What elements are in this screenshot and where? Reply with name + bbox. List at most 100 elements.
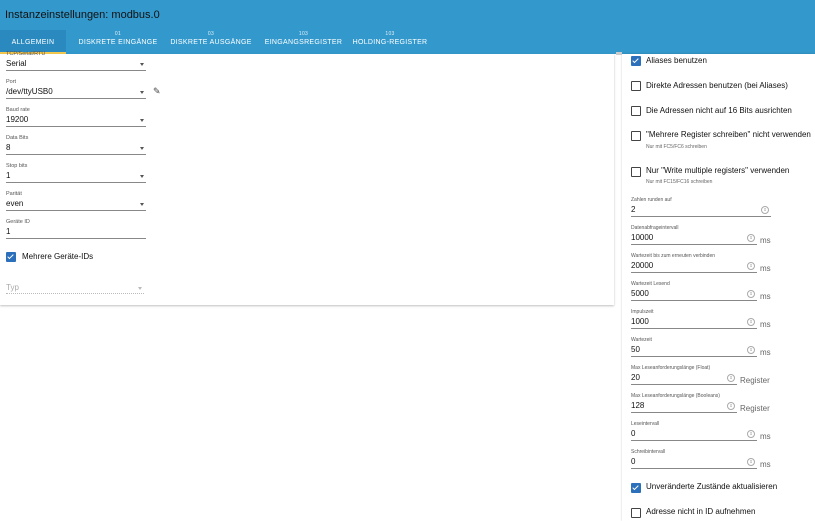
baud-rate-select[interactable]: Baud rate 19200 (6, 107, 146, 127)
parity-select[interactable]: Parität even (6, 191, 146, 211)
chevron-down-icon (140, 175, 144, 178)
tab-count: 103 (298, 31, 309, 37)
unit-label: ms (760, 320, 771, 329)
spinner-icon[interactable]: ⇕ (747, 262, 755, 270)
pulse-time-input[interactable]: Impulszeit 1000 ⇕ (631, 309, 757, 329)
field-label: Max Leseanforderungslänge (Float) (631, 365, 711, 371)
spinner-icon[interactable]: ⇕ (747, 318, 755, 326)
field-value: 1000 (631, 317, 649, 326)
tab-label: DISKRETE EINGÄNGE (78, 39, 158, 46)
tab-label: ALLGEMEIN (11, 39, 55, 46)
unit-label: ms (760, 292, 771, 301)
read-wait-input[interactable]: Wartezeit Lesend 5000 ⇕ (631, 281, 757, 301)
device-id-input[interactable]: Geräte ID 1 (6, 219, 146, 239)
spinner-icon[interactable]: ⇕ (727, 374, 735, 382)
tab-diskrete-ausgaenge[interactable]: 03 DISKRETE AUSGÄNGE (169, 30, 253, 54)
no-address-in-id-checkbox[interactable] (631, 508, 641, 518)
field-label: Data Bits (6, 135, 29, 141)
max-read-bool-input[interactable]: Max Leseanforderungslänge (Booleans) 128… (631, 393, 737, 413)
field-value: 8 (6, 143, 11, 152)
no-multi-write-hint: Nur mit FC5/FC6 schreiben (646, 144, 707, 150)
poll-interval-input[interactable]: Datenabfrageintervall 10000 ⇕ (631, 225, 757, 245)
no-multi-write-checkbox[interactable] (631, 131, 641, 141)
field-label: Stop bits (6, 163, 28, 169)
tab-count: 01 (114, 31, 122, 37)
no-16bit-align-label: Die Adressen nicht auf 16 Bits ausrichte… (646, 106, 792, 115)
field-value: 19200 (6, 115, 29, 124)
only-multi-write-hint: Nur mit FC15/FC16 schreiben (646, 179, 713, 185)
typ-select[interactable]: Typ (6, 282, 144, 294)
chevron-down-icon (140, 203, 144, 206)
update-unchanged-checkbox[interactable] (631, 483, 641, 493)
multi-ids-label: Mehrere Geräte-IDs (22, 252, 94, 261)
field-label: Geräte ID (6, 219, 30, 225)
field-label: Impulszeit (631, 309, 654, 315)
direct-addresses-checkbox[interactable] (631, 81, 641, 91)
field-label: Datenabfrageintervall (631, 225, 679, 231)
round-to-input[interactable]: Zahlen runden auf 2 ⇕ (631, 197, 771, 217)
field-value: 20000 (631, 261, 654, 270)
tab-eingangsregister[interactable]: 103 EINGANGSREGISTER (263, 30, 344, 54)
no-multi-write-label: "Mehrere Register schreiben" nicht verwe… (646, 130, 811, 139)
no-16bit-align-checkbox[interactable] (631, 106, 641, 116)
field-value: 1 (6, 227, 11, 236)
spinner-icon[interactable]: ⇕ (747, 346, 755, 354)
field-label: Baud rate (6, 107, 30, 113)
port-select[interactable]: Port /dev/ttyUSB0 (6, 79, 146, 99)
read-interval-input[interactable]: Leseintervall 0 ⇕ (631, 421, 757, 441)
no-address-in-id-label: Adresse nicht in ID aufnehmen (646, 507, 756, 516)
write-interval-input[interactable]: Schreibintervall 0 ⇕ (631, 449, 757, 469)
field-value: /dev/ttyUSB0 (6, 87, 53, 96)
field-label: Port (6, 79, 17, 85)
multi-ids-checkbox[interactable] (6, 252, 16, 262)
window-title: Instanzeinstellungen: modbus.0 (0, 0, 815, 30)
wait-time-input[interactable]: Wartezeit 50 ⇕ (631, 337, 757, 357)
field-label: Wartezeit bis zum erneuten verbinden (631, 253, 716, 259)
unit-label: ms (760, 264, 771, 273)
unit-label: Register (740, 404, 770, 413)
field-value: Serial (6, 59, 27, 68)
field-label: Wartezeit Lesend (631, 281, 670, 287)
field-label: Zahlen runden auf (631, 197, 672, 203)
field-label: Leseintervall (631, 421, 660, 427)
spinner-icon[interactable]: ⇕ (747, 430, 755, 438)
tab-count: 03 (207, 31, 215, 37)
spinner-icon[interactable]: ⇕ (747, 234, 755, 242)
aliases-checkbox[interactable] (631, 56, 641, 66)
field-value: 0 (631, 429, 636, 438)
only-multi-write-label: Nur "Write multiple registers" verwenden (646, 166, 790, 175)
chevron-down-icon (140, 91, 144, 94)
spinner-icon[interactable]: ⇕ (747, 290, 755, 298)
spinner-icon[interactable]: ⇕ (747, 458, 755, 466)
field-value: 50 (631, 345, 640, 354)
field-value: 128 (631, 401, 645, 410)
spinner-icon[interactable]: ⇕ (727, 402, 735, 410)
chevron-down-icon (138, 287, 142, 290)
field-label: Parität (6, 191, 22, 197)
field-value: even (6, 199, 24, 208)
tab-label: EINGANGSREGISTER (264, 39, 343, 46)
field-label: TCP/Serial/RTU (6, 51, 46, 57)
field-label: Schreibintervall (631, 449, 666, 455)
max-read-float-input[interactable]: Max Leseanforderungslänge (Float) 20 ⇕ (631, 365, 737, 385)
tab-holding-register[interactable]: 103 HOLDING-REGISTER (352, 30, 428, 54)
unit-label: ms (760, 460, 771, 469)
stop-bits-select[interactable]: Stop bits 1 (6, 163, 146, 183)
chevron-down-icon (140, 147, 144, 150)
chevron-down-icon (140, 119, 144, 122)
spinner-icon[interactable]: ⇕ (761, 206, 769, 214)
data-bits-select[interactable]: Data Bits 8 (6, 135, 146, 155)
field-value: 2 (631, 205, 636, 214)
unit-label: ms (760, 348, 771, 357)
reconnect-wait-input[interactable]: Wartezeit bis zum erneuten verbinden 200… (631, 253, 757, 273)
unit-label: Register (740, 376, 770, 385)
field-value: 1 (6, 171, 11, 180)
only-multi-write-checkbox[interactable] (631, 167, 641, 177)
direct-addresses-label: Direkte Adressen benutzen (bei Aliases) (646, 81, 788, 90)
field-value: 0 (631, 457, 636, 466)
unit-label: ms (760, 236, 771, 245)
typ-placeholder: Typ (6, 283, 19, 292)
edit-pencil-icon[interactable]: ✎ (153, 86, 161, 97)
field-label: Wartezeit (631, 337, 652, 343)
connection-type-select[interactable]: TCP/Serial/RTU Serial (6, 51, 146, 71)
